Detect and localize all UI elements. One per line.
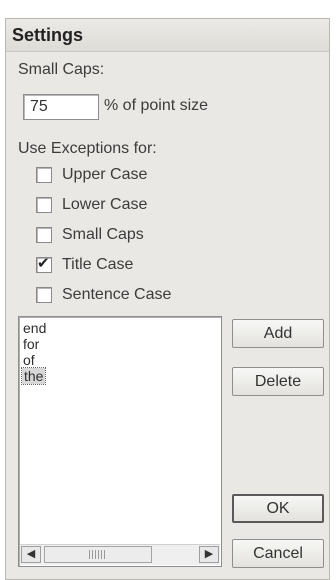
checkmark-icon: ✔ <box>37 255 50 272</box>
arrow-right-icon: ▶ <box>204 548 214 560</box>
scroll-left-button[interactable]: ◀ <box>21 546 41 563</box>
small-caps-percent-input[interactable] <box>24 95 98 119</box>
arrow-left-icon: ◀ <box>26 548 36 560</box>
grip-icon <box>89 550 105 559</box>
horizontal-scrollbar[interactable]: ◀ ▶ <box>20 544 220 565</box>
sentence-case-label: Sentence Case <box>62 286 172 303</box>
checkbox-title-case[interactable]: ✔ Title Case <box>36 254 133 276</box>
small-caps-label: Small Caps: <box>18 61 105 78</box>
cancel-button[interactable]: Cancel <box>232 539 324 568</box>
title-case-label: Title Case <box>62 256 134 273</box>
list-item-selected[interactable]: the <box>20 367 47 385</box>
dialog-title: Settings <box>12 25 84 45</box>
list-item[interactable]: of <box>23 352 35 368</box>
add-button[interactable]: Add <box>232 319 324 348</box>
scroll-right-button[interactable]: ▶ <box>199 546 219 563</box>
delete-button[interactable]: Delete <box>232 367 324 396</box>
title-case-checkbox[interactable]: ✔ <box>36 255 52 273</box>
settings-dialog: Settings Small Caps: % of point size Use… <box>5 18 330 580</box>
scrollbar-thumb[interactable] <box>44 546 152 563</box>
list-item[interactable]: end <box>23 320 46 336</box>
title-bar[interactable]: Settings <box>6 19 329 52</box>
checkbox-lower-case[interactable]: Lower Case <box>36 194 147 216</box>
small-caps-percent-field[interactable] <box>23 94 99 120</box>
use-exceptions-label: Use Exceptions for: <box>18 140 157 157</box>
small-caps-checkbox[interactable] <box>36 227 52 243</box>
lower-case-label: Lower Case <box>62 196 148 213</box>
upper-case-checkbox[interactable] <box>36 167 52 183</box>
list-item[interactable]: for <box>23 336 39 352</box>
sentence-case-checkbox[interactable] <box>36 287 52 303</box>
point-size-suffix-label: % of point size <box>104 97 209 114</box>
checkbox-sentence-case[interactable]: Sentence Case <box>36 284 171 306</box>
lower-case-checkbox[interactable] <box>36 197 52 213</box>
exception-words-list[interactable]: end for of the ◀ ▶ <box>18 316 222 567</box>
checkbox-small-caps[interactable]: Small Caps <box>36 224 144 246</box>
upper-case-label: Upper Case <box>62 166 148 183</box>
checkbox-upper-case[interactable]: Upper Case <box>36 164 147 186</box>
small-caps-option-label: Small Caps <box>62 226 144 243</box>
ok-button[interactable]: OK <box>232 494 324 523</box>
